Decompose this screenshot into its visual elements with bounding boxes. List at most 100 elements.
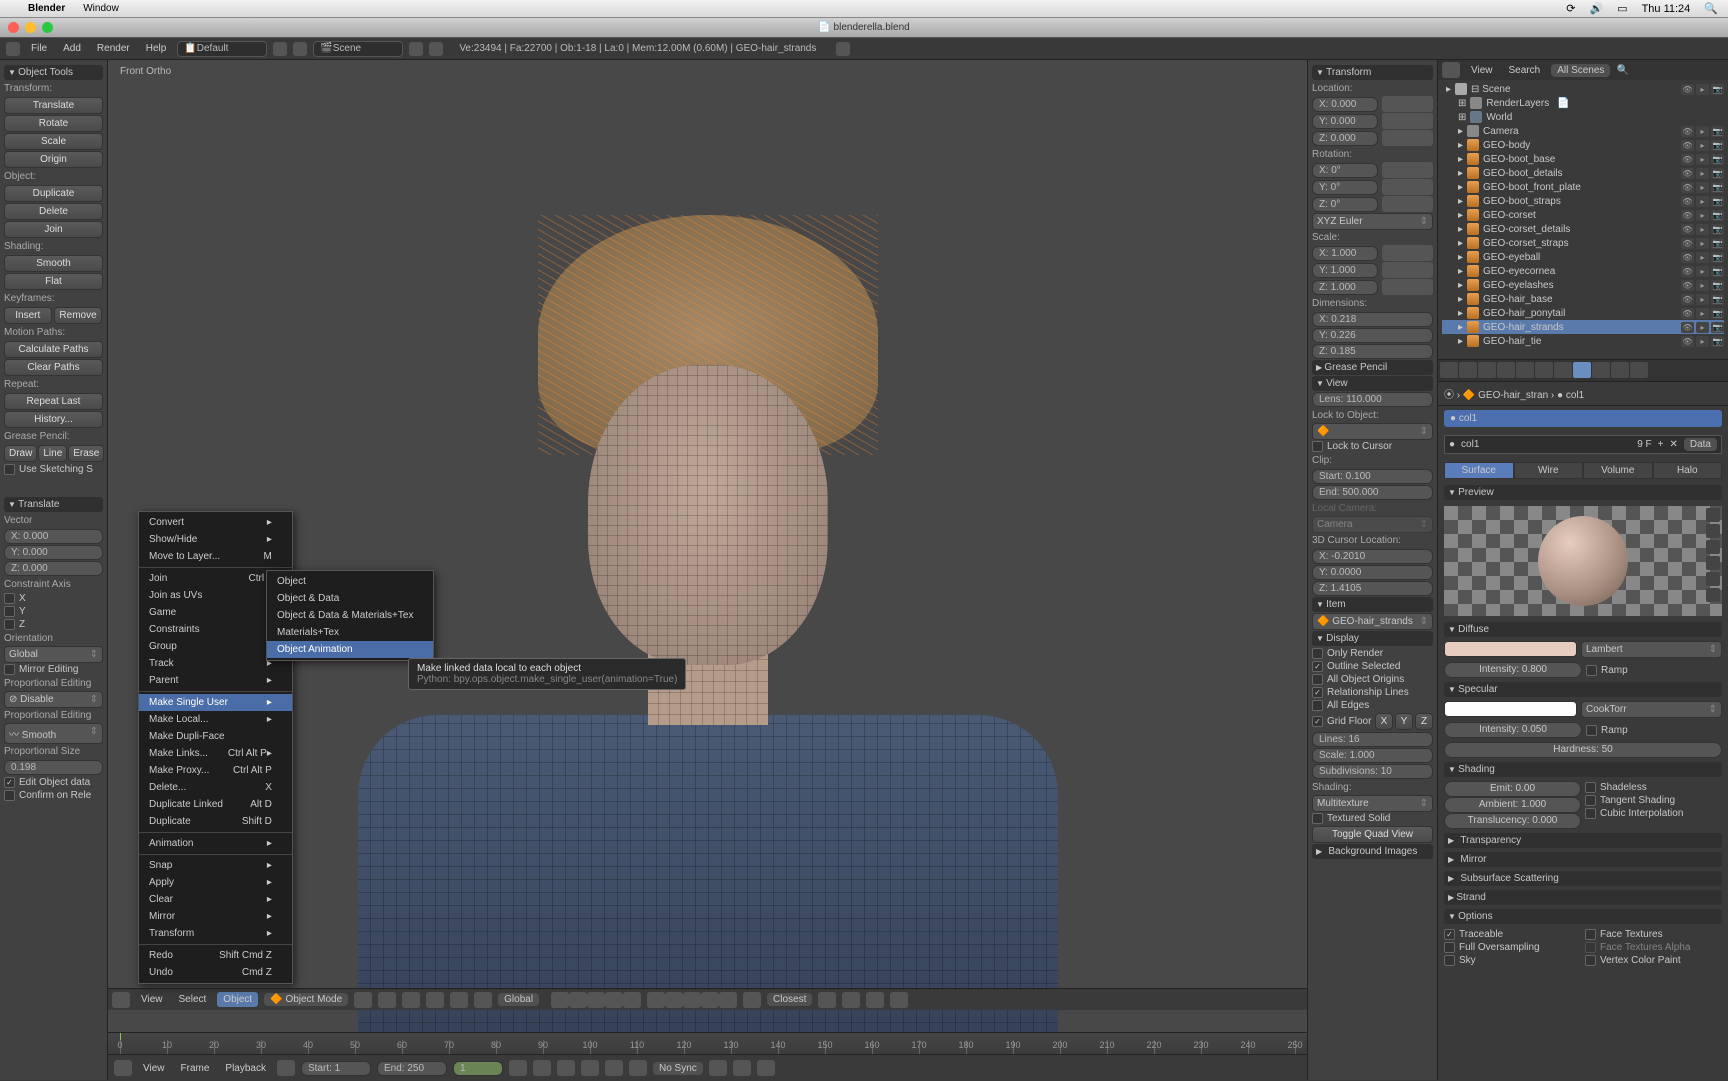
menu-item-make-single-user[interactable]: Make Single User (139, 694, 292, 711)
menu-item-show-hide[interactable]: Show/Hide (139, 531, 292, 548)
prop-disable-dropdown[interactable]: ⊘ Disable (4, 691, 103, 708)
spotlight-icon[interactable]: 🔍 (1704, 2, 1718, 15)
lens-field[interactable]: Lens: 110.000 (1312, 392, 1433, 407)
zoom-icon[interactable] (42, 22, 53, 33)
grid-y-btn[interactable]: Y (1395, 713, 1413, 730)
spec-intensity[interactable]: Intensity: 0.050 (1444, 722, 1582, 738)
constraint-tab-icon[interactable] (1516, 362, 1534, 378)
tl-view[interactable]: View (138, 1062, 170, 1075)
window-titlebar[interactable]: 📄 blenderella.blend (0, 18, 1728, 38)
timeline-editor-icon[interactable] (114, 1060, 132, 1076)
spec-color[interactable] (1444, 701, 1577, 717)
outliner-row[interactable]: ▸GEO-corset👁▸📷 (1442, 208, 1724, 222)
diffuse-ramp[interactable]: Ramp (1586, 662, 1722, 678)
loc-x[interactable]: X: 0.000 (1312, 97, 1378, 112)
lock-object[interactable]: 🔶 (1312, 423, 1433, 440)
diffuse-intensity[interactable]: Intensity: 0.800 (1444, 662, 1582, 678)
insert-kf-button[interactable]: Insert (4, 307, 52, 324)
smooth-button[interactable]: Smooth (4, 255, 103, 272)
outliner-row[interactable]: ▸GEO-hair_base👁▸📷 (1442, 292, 1724, 306)
item-name-field[interactable]: 🔶 GEO-hair_strands (1312, 613, 1433, 630)
gp-erase-button[interactable]: Erase (68, 445, 104, 462)
object-tab-icon[interactable] (1497, 362, 1515, 378)
traffic-lights[interactable] (8, 22, 53, 33)
lock-icon[interactable] (1382, 279, 1434, 295)
menu-item-convert[interactable]: Convert (139, 514, 292, 531)
render-icon[interactable] (836, 42, 850, 56)
material-tab-icon[interactable] (1573, 362, 1591, 378)
vh-object[interactable]: Object (217, 992, 258, 1007)
layer-buttons[interactable] (551, 992, 737, 1008)
menu-item-apply[interactable]: Apply (139, 874, 292, 891)
tab-surface[interactable]: Surface (1444, 462, 1514, 479)
scale-gizmo-icon[interactable] (474, 992, 492, 1008)
outliner-row[interactable]: ▸GEO-hair_tie👁▸📷 (1442, 334, 1724, 348)
tl-playback[interactable]: Playback (220, 1062, 271, 1075)
grid-lines[interactable]: Lines: 16 (1312, 732, 1433, 747)
outliner-search-input[interactable]: 🔍 (1616, 65, 1724, 76)
datablock-breadcrumb[interactable]: ⦿ › 🔶 GEO-hair_stran › ● col1 (1438, 382, 1728, 406)
confirm-check[interactable]: Confirm on Rele (4, 789, 103, 802)
menu-item-redo[interactable]: RedoShift Cmd Z (139, 947, 292, 964)
outliner-row[interactable]: ▸⊟ Scene👁▸📷 (1442, 82, 1724, 96)
dim-y[interactable]: Y: 0.226 (1312, 328, 1433, 343)
vec-x[interactable]: X: 0.000 (4, 529, 103, 544)
outliner-row[interactable]: ▸GEO-boot_base👁▸📷 (1442, 152, 1724, 166)
menu-render[interactable]: Render (92, 42, 135, 55)
menu-item-move-to-layer-[interactable]: Move to Layer...M (139, 548, 292, 565)
menu-item-make-dupli-face[interactable]: Make Dupli-Face (139, 728, 292, 745)
lock-icon[interactable] (1382, 96, 1434, 112)
submenu-item-materials-tex[interactable]: Materials+Tex (267, 624, 433, 641)
outliner-row[interactable]: ▸GEO-hair_ponytail👁▸📷 (1442, 306, 1724, 320)
play-rev-icon[interactable] (557, 1060, 575, 1076)
pivot-icon[interactable] (378, 992, 396, 1008)
end-frame[interactable]: End: 250 (377, 1061, 447, 1076)
blender-icon[interactable] (6, 42, 20, 56)
sync-icon[interactable]: ⟳ (1566, 2, 1575, 15)
shading-wire-icon[interactable] (354, 992, 372, 1008)
display-header[interactable]: Display (1312, 631, 1433, 646)
localcam-dropdown[interactable]: Camera (1312, 516, 1433, 533)
clock[interactable]: Thu 11:24 (1642, 3, 1691, 15)
gp-draw-button[interactable]: Draw (4, 445, 37, 462)
repeat-last-button[interactable]: Repeat Last (4, 393, 103, 410)
menu-add[interactable]: Add (58, 42, 86, 55)
calc-paths-button[interactable]: Calculate Paths (4, 341, 103, 358)
move-gizmo-icon[interactable] (426, 992, 444, 1008)
grid-subdiv[interactable]: Subdivisions: 10 (1312, 764, 1433, 779)
marker-icon[interactable] (757, 1060, 775, 1076)
join-button[interactable]: Join (4, 221, 103, 238)
submenu-item-object-data[interactable]: Object & Data (267, 590, 433, 607)
menu-help[interactable]: Help (141, 42, 172, 55)
volume-icon[interactable]: 🔊 (1589, 2, 1603, 15)
layout-add-icon[interactable] (273, 42, 287, 56)
options-header[interactable]: Options (1444, 909, 1722, 924)
fullosa-check[interactable]: Full Oversampling (1444, 941, 1581, 954)
mirror-header[interactable]: Mirror (1444, 852, 1722, 867)
snap-target[interactable]: Closest (767, 993, 812, 1006)
cur-z[interactable]: Z: 1.4105 (1312, 581, 1433, 596)
translate-button[interactable]: Translate (4, 97, 103, 114)
facetex-check[interactable]: Face Textures (1585, 928, 1722, 941)
app-name[interactable]: Blender (28, 3, 65, 14)
scale-button[interactable]: Scale (4, 133, 103, 150)
outliner-row[interactable]: ▸GEO-eyelashes👁▸📷 (1442, 278, 1724, 292)
cz-check[interactable]: Z (4, 618, 103, 631)
key-insert-icon[interactable] (733, 1060, 751, 1076)
tab-wire[interactable]: Wire (1514, 462, 1584, 479)
menu-item-parent[interactable]: Parent (139, 672, 292, 689)
traceable-check[interactable]: ✓Traceable (1444, 928, 1581, 941)
view-header[interactable]: View (1312, 376, 1433, 391)
world-tab-icon[interactable] (1478, 362, 1496, 378)
grid-x-btn[interactable]: X (1375, 713, 1393, 730)
copy-icon[interactable] (866, 992, 884, 1008)
editobj-check[interactable]: ✓Edit Object data (4, 776, 103, 789)
transl-field[interactable]: Translucency: 0.000 (1444, 813, 1581, 829)
manipulator-icon[interactable] (402, 992, 420, 1008)
editor-type-icon[interactable] (112, 992, 130, 1008)
lock-icon[interactable] (1382, 113, 1434, 129)
propsize-field[interactable]: 0.198 (4, 760, 103, 775)
delete-button[interactable]: Delete (4, 203, 103, 220)
menu-item-animation[interactable]: Animation (139, 835, 292, 852)
scene-del-icon[interactable] (429, 42, 443, 56)
